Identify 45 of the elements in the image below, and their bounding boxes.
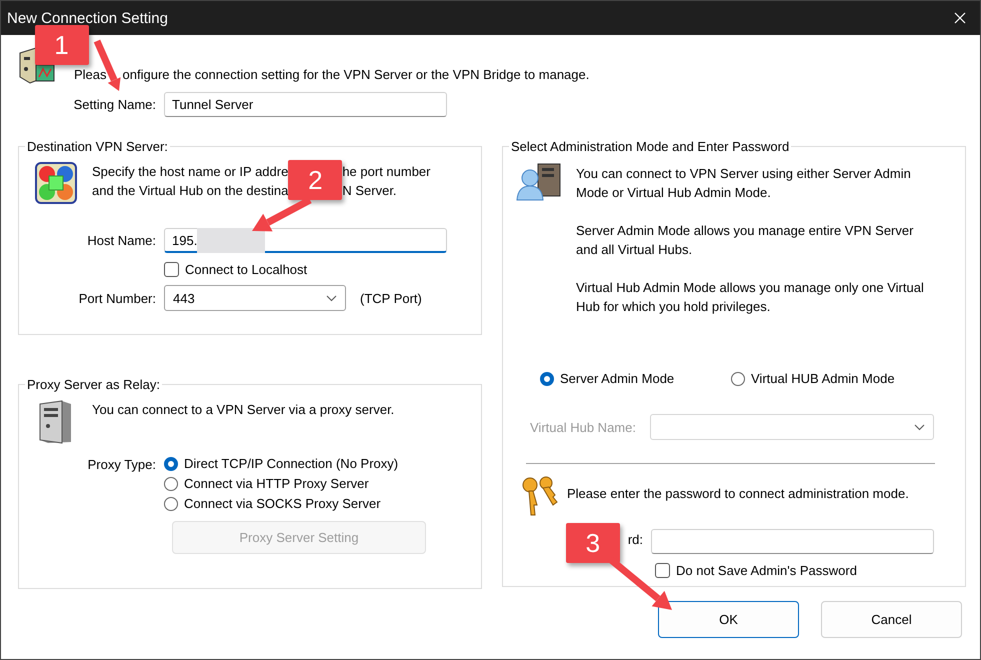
description-text: N Server.	[342, 183, 397, 198]
checkbox[interactable]: Do not Save Admin's Password	[655, 563, 857, 578]
checkbox[interactable]: Connect to Localhost	[164, 262, 308, 277]
radio-button[interactable]: Virtual HUB Admin Mode	[731, 371, 895, 386]
description-text: You can connect to a VPN Server via a proxy server.	[92, 402, 394, 417]
close-icon[interactable]	[954, 12, 966, 24]
radio-button[interactable]: Server Admin Mode	[540, 371, 731, 386]
chevron-down-icon	[326, 294, 337, 302]
host-name-field[interactable]: 195.	[164, 228, 447, 253]
group-title: Proxy Server as Relay:	[26, 377, 161, 392]
host-name-label: Host Name:	[86, 233, 157, 248]
proxy-type-label: Proxy Type:	[86, 457, 157, 472]
setting-name-label: Setting Name:	[72, 97, 157, 112]
network-icon	[35, 162, 77, 204]
password-label: rd:	[628, 532, 643, 549]
setting-name-field[interactable]: Tunnel Server	[164, 92, 447, 117]
description-text: You can connect to VPN Server using either Server Admin Mode or Virtual Hub Admin Mode.	[576, 165, 912, 202]
user-computer-icon	[516, 162, 562, 202]
cancel-button[interactable]: Cancel	[821, 601, 962, 638]
description-text: Server Admin Mode allows you manage entire VPN Server and all Virtual Hubs.	[576, 222, 914, 259]
port-unit: (TCP Port)	[360, 290, 422, 306]
group-title: Select Administration Mode and Enter Password	[510, 139, 790, 154]
password-field[interactable]	[651, 529, 934, 554]
description-text: he port number	[342, 164, 430, 179]
intro-text: onfigure the connection setting for the VPN Server or the VPN Bridge to manage.	[122, 67, 590, 82]
description-text: Virtual Hub Admin Mode allows you manage only one Virtual Hub for which you hold privileges.	[576, 279, 925, 316]
radio-button[interactable]: Direct TCP/IP Connection (No Proxy)	[164, 456, 398, 471]
callout-badge: 1	[34, 25, 89, 65]
port-select[interactable]: 443	[164, 285, 346, 311]
window-title: New Connection Setting	[7, 10, 168, 26]
port-number-label: Port Number:	[78, 290, 157, 306]
description-text: and the Virtual Hub on the destina	[92, 183, 288, 198]
chevron-down-icon	[914, 424, 925, 430]
callout-badge: 3	[566, 523, 620, 563]
radio-button[interactable]: Connect via HTTP Proxy Server	[164, 476, 398, 491]
intro-text: Pleas	[74, 67, 107, 82]
ok-button[interactable]: OK	[658, 601, 799, 638]
password-prompt: Please enter the password to connect administration mode.	[567, 486, 909, 500]
description-text: Specify the host name or IP addre	[92, 164, 288, 179]
group-title: Destination VPN Server:	[26, 139, 169, 154]
callout-arrow	[252, 196, 312, 232]
radio-button[interactable]: Connect via SOCKS Proxy Server	[164, 496, 398, 511]
callout-badge: 2	[288, 160, 342, 200]
hub-name-label: Virtual Hub Name:	[530, 420, 637, 434]
computer-tower-icon	[38, 400, 72, 444]
